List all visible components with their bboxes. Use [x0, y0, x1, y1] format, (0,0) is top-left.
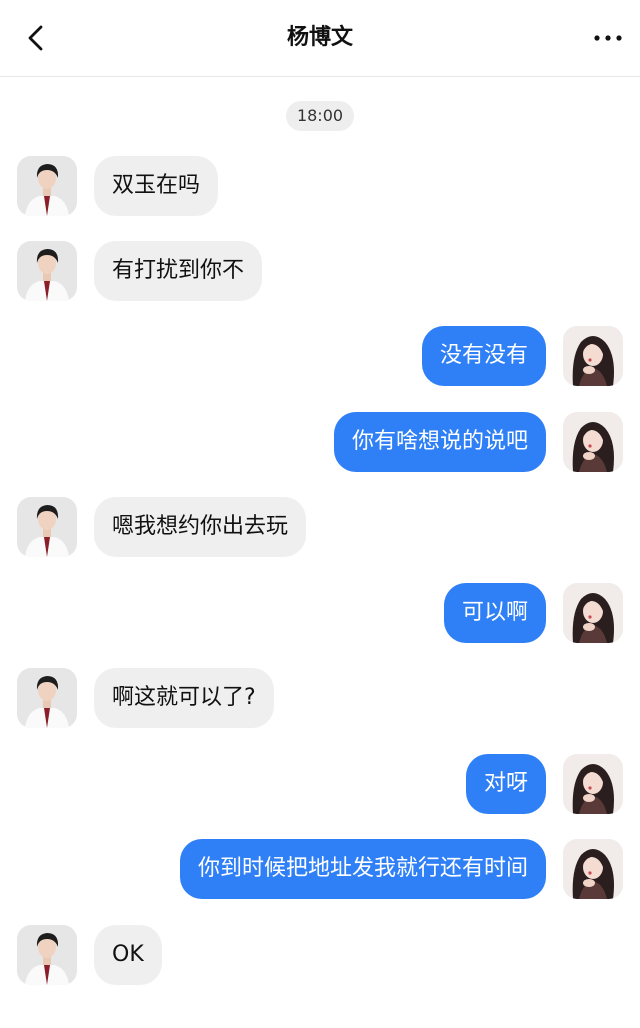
incoming-message-bubble[interactable]: 啊这就可以了?	[94, 668, 274, 728]
contact-avatar[interactable]	[17, 925, 77, 985]
self-avatar[interactable]	[563, 583, 623, 643]
outgoing-message-bubble[interactable]: 对呀	[465, 754, 546, 814]
contact-avatar[interactable]	[17, 156, 77, 216]
time-divider: 18:00	[286, 101, 354, 131]
self-avatar[interactable]	[563, 754, 623, 814]
outgoing-message-bubble[interactable]: 你到时候把地址发我就行还有时间	[179, 839, 546, 899]
outgoing-message-bubble[interactable]: 没有没有	[421, 326, 546, 386]
contact-avatar[interactable]	[17, 497, 77, 557]
more-dots-icon	[594, 35, 622, 41]
outgoing-message-bubble[interactable]: 可以啊	[443, 583, 546, 643]
incoming-message-bubble[interactable]: 嗯我想约你出去玩	[94, 497, 307, 557]
contact-avatar[interactable]	[17, 668, 77, 728]
chat-header: 杨博文	[0, 0, 640, 77]
incoming-message-bubble[interactable]: 有打扰到你不	[94, 241, 263, 301]
self-avatar[interactable]	[563, 412, 623, 472]
self-avatar[interactable]	[563, 839, 623, 899]
chevron-left-icon	[28, 25, 43, 51]
chat-title: 杨博文	[286, 25, 353, 50]
outgoing-message-bubble[interactable]: 你有啥想说的说吧	[333, 412, 546, 472]
more-button[interactable]	[588, 20, 628, 56]
self-avatar[interactable]	[563, 326, 623, 386]
contact-avatar[interactable]	[17, 241, 77, 301]
incoming-message-bubble[interactable]: 双玉在吗	[94, 156, 219, 216]
incoming-message-bubble[interactable]: OK	[94, 925, 162, 985]
back-button[interactable]	[18, 20, 54, 56]
